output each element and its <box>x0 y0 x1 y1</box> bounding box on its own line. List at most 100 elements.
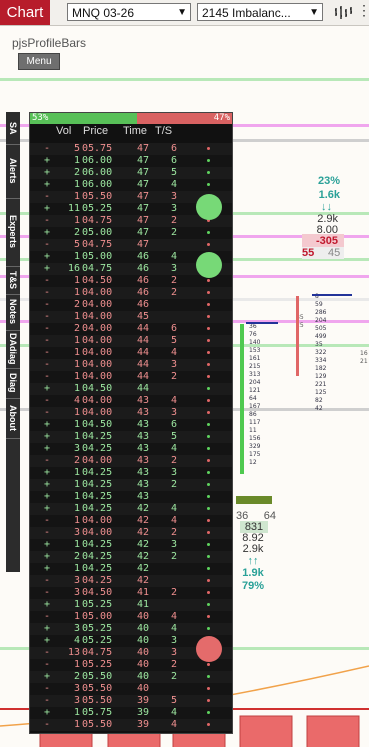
tas-vol: 1 <box>73 335 80 346</box>
buy-dot <box>207 231 210 234</box>
tas-ts: 2 <box>171 671 178 682</box>
chevron-down-icon: ▼ <box>309 7 319 18</box>
tas-ts: 4 <box>171 707 178 718</box>
tas-vol: 3 <box>73 527 80 538</box>
tas-side: + <box>44 467 51 478</box>
tas-row: - 5 05.75 47 6 <box>30 143 232 155</box>
tas-vol: 3 <box>73 575 80 586</box>
tas-side: - <box>44 515 51 526</box>
profile-upper-level: 125 <box>315 389 327 396</box>
tas-row: +2 05.50 40 2 <box>30 671 232 683</box>
template-selector[interactable]: 2145 Imbalanc... ▼ <box>197 3 323 21</box>
tas-row: - 2 04.00 44 6 <box>30 323 232 335</box>
tas-price: 05.25 <box>82 659 113 670</box>
profile-upper-level: 286 <box>315 309 327 316</box>
large-buy-bubble <box>196 194 222 220</box>
side-tab-sa[interactable]: SA <box>6 112 20 145</box>
tas-row: - 1 04.00 44 2 <box>30 371 232 383</box>
tas-ts: 2 <box>171 215 178 226</box>
tas-price: 04.25 <box>82 551 113 562</box>
time-and-sales-panel[interactable]: 53% 47% Vol Price Time T/S -5 05.75 47 6 +1 0… <box>29 112 233 734</box>
profile-upper-level: 59 <box>315 301 323 308</box>
tas-row: - 2 04.00 46 <box>30 299 232 311</box>
tas-time: 46 <box>137 263 150 274</box>
tas-ts: 4 <box>171 251 178 262</box>
profile-lower-level: 36 <box>249 323 257 330</box>
side-tab-diag[interactable]: Diag <box>6 368 20 399</box>
tas-price: 04.25 <box>82 539 113 550</box>
tas-price: 04.00 <box>82 335 113 346</box>
profile-upper-level: 204 <box>315 317 327 324</box>
tas-row: +1 04.25 43 5 <box>30 431 232 443</box>
side-tab-experts[interactable]: Experts <box>6 198 20 267</box>
tas-side: + <box>44 539 51 550</box>
instrument-selector[interactable]: MNQ 03-26 ▼ <box>67 3 191 21</box>
side-tab-notes[interactable]: Notes <box>6 294 20 331</box>
tas-side: - <box>44 611 51 622</box>
upper-ask: 45 <box>328 247 341 259</box>
tas-row: - 1 04.00 42 4 <box>30 515 232 527</box>
tas-row: - 1 04.00 45 <box>30 311 232 323</box>
upper-open-marker <box>312 294 352 296</box>
sell-dot <box>207 375 210 378</box>
chart-button[interactable]: Chart <box>0 0 50 25</box>
tas-time: 44 <box>137 347 150 358</box>
side-tab-dadiag[interactable]: DAdiag <box>6 330 20 369</box>
tas-price: 04.00 <box>82 455 113 466</box>
sell-dot <box>207 363 210 366</box>
sell-dot <box>207 147 210 150</box>
tas-vol: 1 <box>73 539 80 550</box>
tas-ts: 2 <box>171 455 178 466</box>
tas-time: 41 <box>137 599 150 610</box>
tas-row: -2 04.00 43 2 <box>30 455 232 467</box>
side-tab-alerts[interactable]: Alerts <box>6 144 20 199</box>
tas-ts: 3 <box>171 407 178 418</box>
upper-candle <box>296 296 299 376</box>
side-tab-ts[interactable]: T&S <box>6 266 20 295</box>
tas-vol: 3 <box>73 683 80 694</box>
tas-vol: 3 <box>73 623 80 634</box>
tas-row: +1 06.00 47 6 <box>30 155 232 167</box>
tas-price: 04.25 <box>82 503 113 514</box>
profile-right-level: 21 <box>360 358 368 365</box>
tas-price: 05.75 <box>82 143 113 154</box>
tas-price: 04.00 <box>82 359 113 370</box>
tas-side: - <box>44 719 51 730</box>
tas-time: 46 <box>137 299 150 310</box>
tas-side: + <box>44 203 51 214</box>
tas-price: 04.00 <box>82 527 113 538</box>
profile-lower-level: 329 <box>249 443 261 450</box>
tas-vol: 2 <box>73 227 80 238</box>
tas-side: - <box>44 287 51 298</box>
profile-lower-level: 64 <box>249 395 257 402</box>
tas-vol: 1 <box>73 359 80 370</box>
profile-upper-level: 182 <box>315 365 327 372</box>
tas-row: - 1 05.50 39 4 <box>30 719 232 731</box>
tas-vol: 1 <box>73 503 80 514</box>
tas-row: +1 04.25 42 4 <box>30 503 232 515</box>
chart-area[interactable]: pjsProfileBars Menu SA Alerts Experts T&S No… <box>0 26 369 747</box>
tas-vol: 1 <box>73 515 80 526</box>
tas-price: 04.50 <box>82 587 113 598</box>
tas-time: 40 <box>137 671 150 682</box>
bar-chart-icon[interactable] <box>334 4 354 21</box>
lower-bar-box <box>236 496 272 504</box>
tas-vol: 1 <box>73 707 80 718</box>
tas-vol: 2 <box>73 455 80 466</box>
tas-ts: 2 <box>171 527 178 538</box>
volume-bar <box>239 715 293 747</box>
menu-button[interactable]: Menu <box>18 53 60 70</box>
tas-ts: 2 <box>171 587 178 598</box>
tas-time: 47 <box>137 191 150 202</box>
tas-row: +1 04.25 43 3 <box>30 467 232 479</box>
tas-price: 04.00 <box>82 515 113 526</box>
tas-time: 45 <box>137 311 150 322</box>
tas-vol: 1 <box>73 611 80 622</box>
sell-dot <box>207 339 210 342</box>
tas-time: 46 <box>137 287 150 298</box>
tas-price: 04.00 <box>82 395 113 406</box>
tas-time: 44 <box>137 359 150 370</box>
side-tab-about[interactable]: About <box>6 398 20 439</box>
tas-row: +1 04.50 43 6 <box>30 419 232 431</box>
more-icon[interactable]: ⋮ <box>357 2 369 19</box>
